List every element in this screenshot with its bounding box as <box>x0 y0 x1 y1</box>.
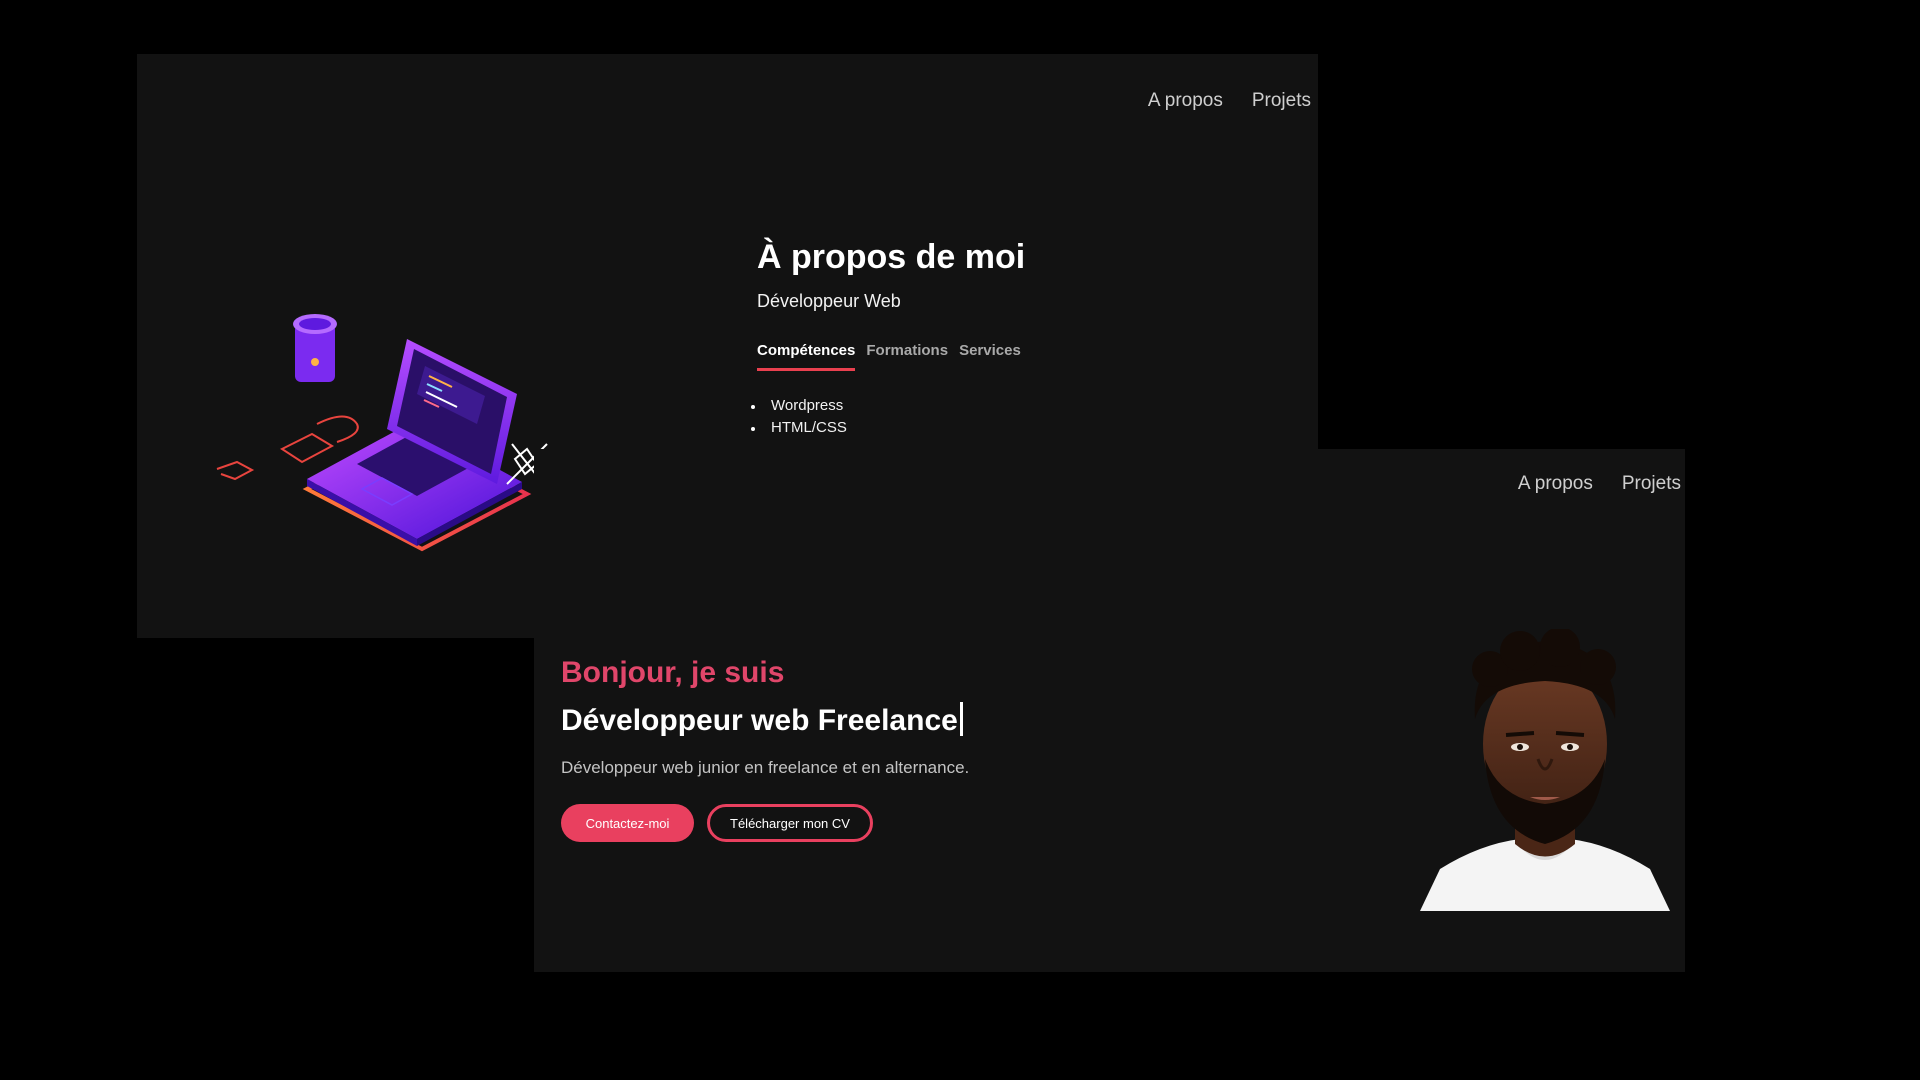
about-content: À propos de moi Développeur Web Compéten… <box>750 238 1026 439</box>
hero-content: Bonjour, je suis Développeur web Freelan… <box>561 656 969 842</box>
tab-competences[interactable]: Compétences <box>757 342 856 371</box>
nav-projects-link[interactable]: Projets <box>1252 90 1311 112</box>
about-title: À propos de moi <box>757 238 1026 276</box>
nav-about-link[interactable]: A propos <box>1148 90 1223 112</box>
hero-buttons: Contactez-moi Télécharger mon CV <box>561 804 969 842</box>
nav-projects-link[interactable]: Projets <box>1622 473 1681 495</box>
nav-about-link[interactable]: A propos <box>1518 473 1593 495</box>
contact-button[interactable]: Contactez-moi <box>561 804 694 842</box>
hero-section: A propos Projets Bonjour, je suis Dévelo… <box>534 449 1685 972</box>
list-item: Wordpress <box>750 395 1025 417</box>
about-subtitle: Développeur Web <box>757 291 901 311</box>
hero-greeting: Bonjour, je suis <box>561 656 785 689</box>
list-item: HTML/CSS <box>750 417 1025 439</box>
skills-list: Wordpress HTML/CSS <box>750 395 1025 439</box>
tab-formations[interactable]: Formations <box>866 342 948 371</box>
download-cv-button[interactable]: Télécharger mon CV <box>707 804 873 842</box>
about-tabs: Compétences Formations Services <box>757 342 1025 371</box>
hero-nav: A propos Projets <box>1518 473 1681 495</box>
about-nav: A propos Projets <box>1148 90 1311 112</box>
tab-services[interactable]: Services <box>959 342 1021 371</box>
hero-title: Développeur web Freelance <box>561 702 969 738</box>
hero-title-text: Développeur web Freelance <box>561 704 958 737</box>
avatar-portrait <box>1420 629 1670 911</box>
typing-cursor <box>959 702 963 736</box>
hero-description: Développeur web junior en freelance et e… <box>561 758 970 777</box>
